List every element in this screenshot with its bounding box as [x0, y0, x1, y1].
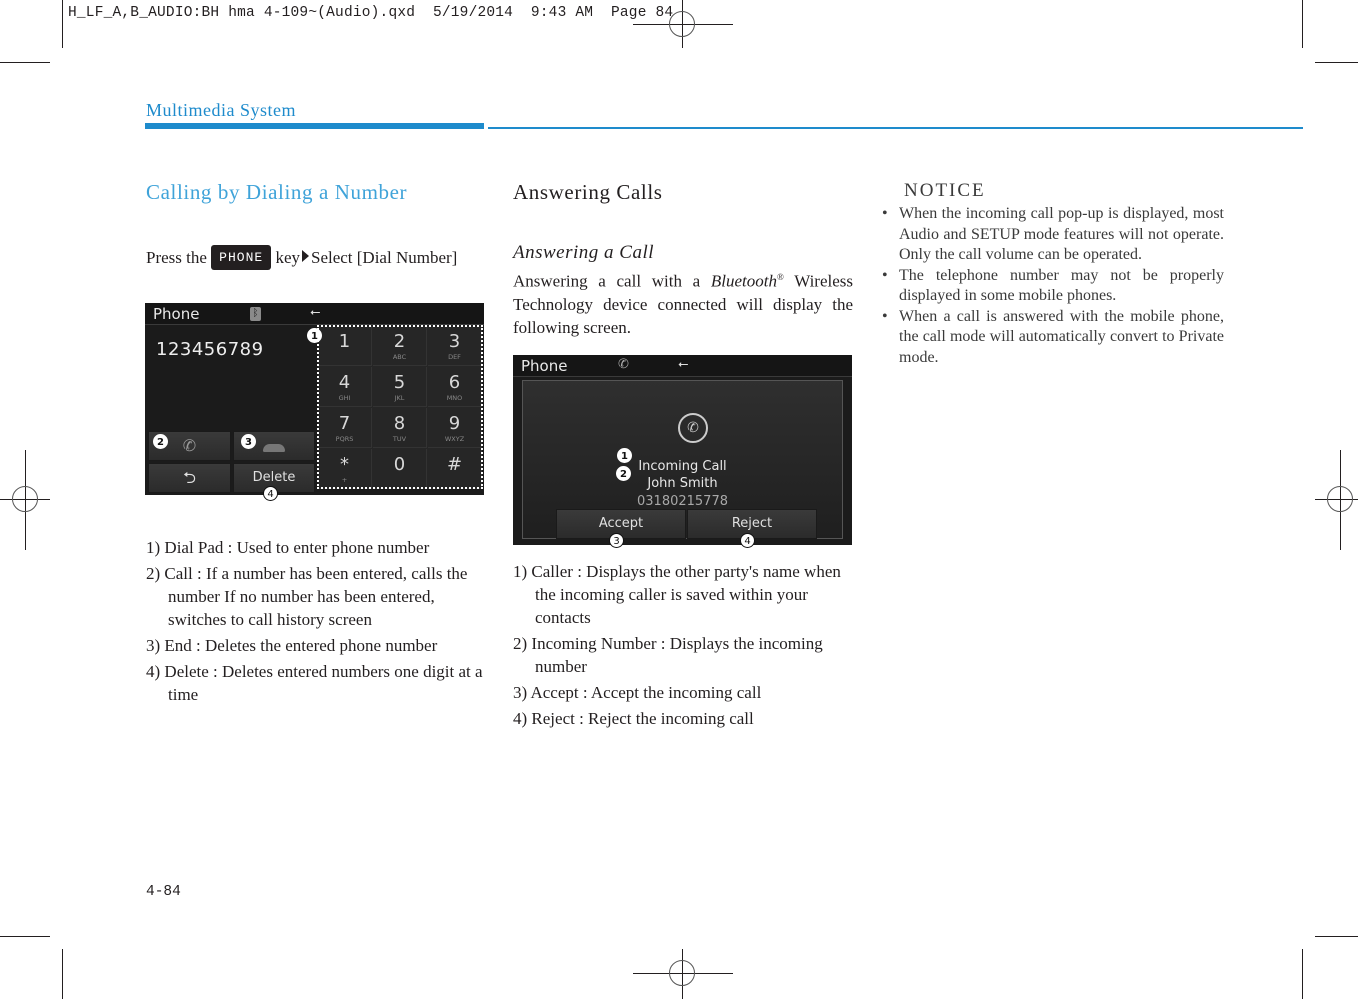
subheading-answering-a-call: Answering a Call	[513, 242, 655, 263]
caller-name: John Smith	[647, 476, 718, 491]
list-item: 4) Delete : Deletes entered numbers one …	[146, 662, 483, 704]
crop-mark	[0, 936, 50, 937]
notice-bullet: • The telephone number may not be properl…	[882, 266, 1224, 305]
incoming-call-screen-image: Phone ✆ ⭠ ✆ Incoming Call John Smith 031…	[513, 355, 852, 545]
callout-2: 2	[616, 466, 631, 481]
end-call-icon	[263, 444, 285, 452]
bullet-icon: •	[882, 205, 888, 222]
incoming-number: 03180215778	[637, 494, 728, 509]
dial-instruction: Press the PHONE key Select [Dial Number]	[146, 245, 490, 270]
answering-intro: Answering a call with a Bluetooth® Wirel…	[513, 271, 853, 337]
crop-mark	[1302, 949, 1303, 999]
dial-items: 1) Dial Pad : Used to enter phone number…	[146, 536, 490, 709]
header-rule-thick	[145, 123, 484, 129]
header-rule-thin	[488, 127, 1303, 129]
heading-calling-by-dialing: Calling by Dialing a Number	[146, 180, 408, 204]
back-button: ⮌	[148, 463, 231, 493]
notice-bullet: • When a call is answered with the mobile…	[882, 307, 1224, 366]
incoming-call-popup: ✆ Incoming Call John Smith 03180215778 A…	[522, 380, 843, 539]
callout-3: 3	[609, 533, 624, 548]
callout-1: 1	[307, 328, 322, 343]
notice-heading: NOTICE	[904, 180, 986, 201]
column-notice: NOTICE • When the incoming call pop-up is…	[882, 180, 1224, 368]
back-icon: ⮌	[183, 468, 196, 487]
list-item: 2) Call : If a number has been entered, …	[146, 564, 468, 629]
bluetooth-icon: ᛒ	[250, 307, 261, 321]
crop-mark	[62, 0, 63, 48]
call-icon: ✆	[618, 357, 629, 372]
file-slug: H_LF_A,B_AUDIO:BH hma 4-109~(Audio).qxd …	[68, 5, 674, 21]
list-item: 3) Accept : Accept the incoming call	[513, 683, 762, 702]
callout-3: 3	[241, 434, 256, 449]
list-item: 3) End : Deletes the entered phone numbe…	[146, 636, 438, 655]
usb-icon: ⭠	[310, 305, 321, 320]
section-title: Multimedia System	[146, 100, 296, 120]
page-number: 4-84	[146, 884, 181, 900]
heading-answering-calls: Answering Calls	[513, 180, 663, 204]
notice-bullet: • When the incoming call pop-up is displa…	[882, 205, 1224, 263]
callout-1: 1	[617, 448, 632, 463]
callout-2: 2	[153, 434, 168, 449]
phone-icon: ✆	[678, 413, 708, 443]
screen-title: Phone	[521, 357, 568, 375]
crop-mark	[0, 62, 50, 63]
call-icon: ✆	[182, 436, 197, 455]
answering-items: 1) Caller : Displays the other party's n…	[513, 560, 853, 733]
crop-mark	[1302, 0, 1303, 48]
crop-mark	[62, 949, 63, 999]
list-item: 1) Caller : Displays the other party's n…	[513, 562, 841, 627]
bullet-icon: •	[882, 266, 888, 284]
usb-icon: ⭠	[678, 357, 689, 372]
dial-pad-highlight	[317, 325, 483, 489]
column-dialing: Calling by Dialing a Number Press the PH…	[146, 180, 490, 270]
column-answering: Answering Calls Answering a Call Answeri…	[513, 180, 853, 339]
entered-number: 123456789	[156, 339, 264, 360]
phone-key-label: PHONE	[211, 245, 272, 270]
callout-4: 4	[263, 486, 278, 501]
list-item: 4) Reject : Reject the incoming call	[513, 709, 754, 728]
dial-screen-image: Phone ᛒ ⭠ 123456789 1 2 ABC 3 DEF 4 GHI 5 JKL 6 MN…	[145, 303, 484, 495]
callout-4: 4	[740, 533, 755, 548]
bullet-icon: •	[882, 307, 888, 325]
arrow-right-icon	[301, 250, 309, 262]
screen-title: Phone	[153, 305, 200, 323]
list-item: 2) Incoming Number : Displays the incomi…	[513, 634, 823, 676]
crop-mark	[1315, 936, 1358, 937]
crop-mark	[1315, 62, 1358, 63]
list-item: 1) Dial Pad : Used to enter phone number	[146, 538, 430, 557]
incoming-call-label: Incoming Call	[638, 459, 727, 474]
